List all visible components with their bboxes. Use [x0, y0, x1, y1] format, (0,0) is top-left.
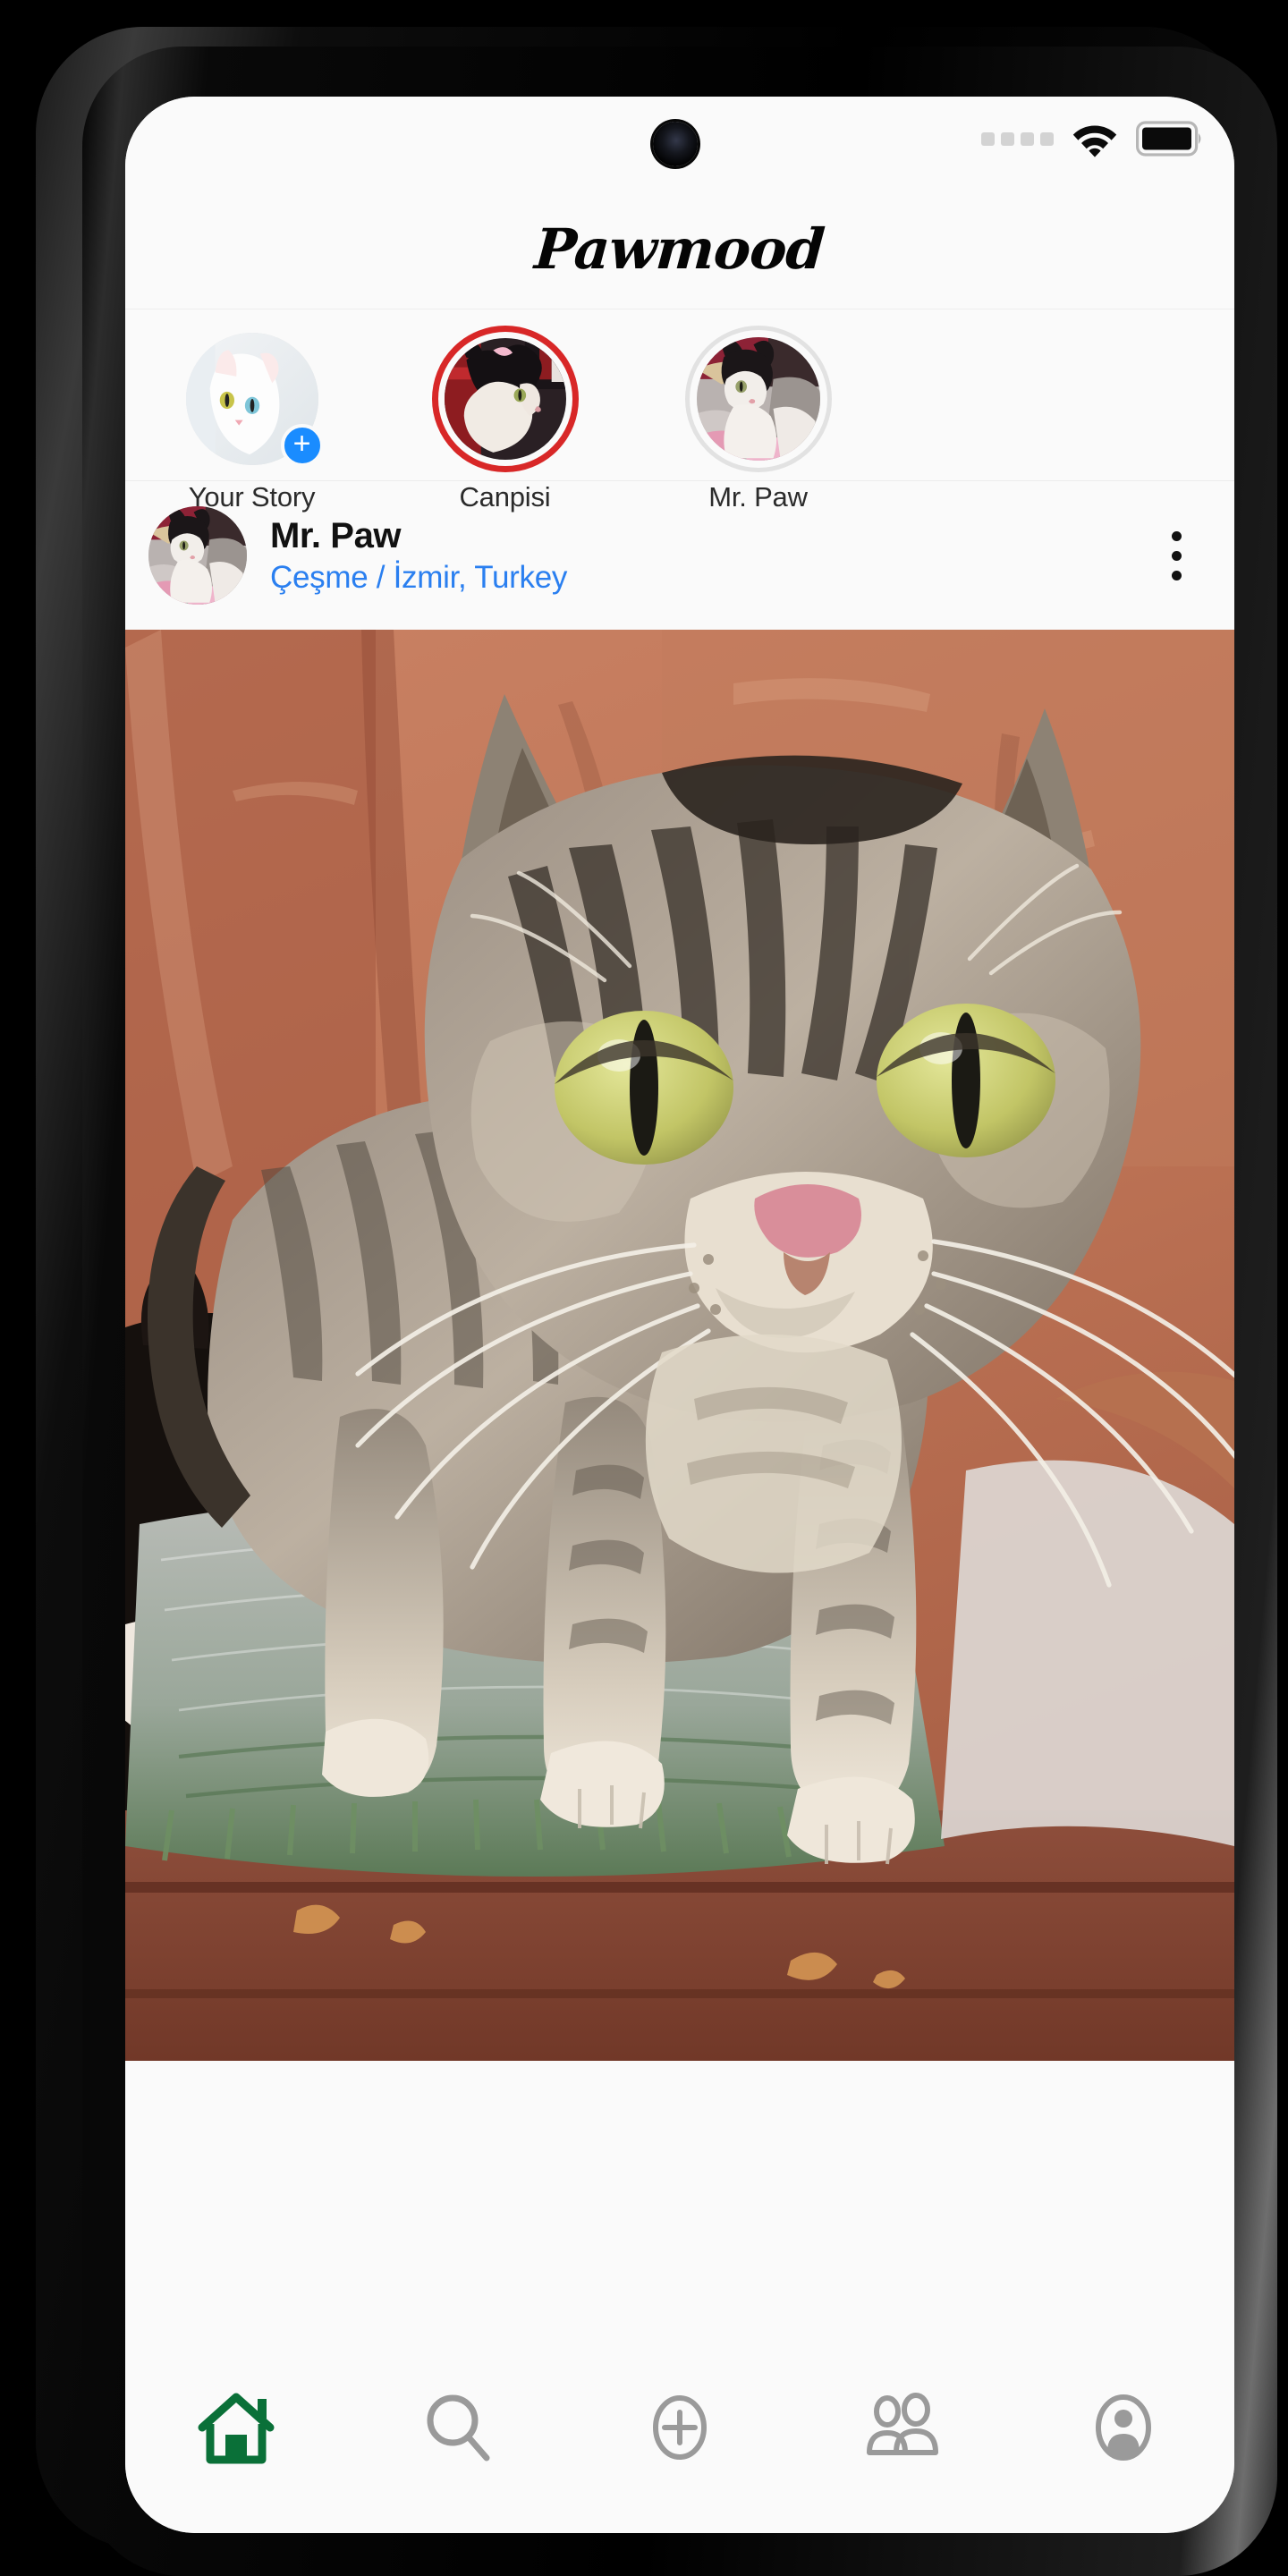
phone-device-frame: Pawmood + Your Story Canpisi Mr. Paw Mr.…: [36, 27, 1277, 2576]
phone-screen: Pawmood + Your Story Canpisi Mr. Paw Mr.…: [125, 97, 1234, 2533]
profile-icon: [1096, 2394, 1151, 2461]
nav-item-friends[interactable]: [791, 2383, 1013, 2472]
plus-circle-icon: [653, 2395, 707, 2460]
add-story-button[interactable]: +: [280, 424, 324, 467]
nav-item-create[interactable]: [569, 2383, 791, 2472]
post-author-username[interactable]: Mr. Paw: [270, 516, 1122, 556]
story-ring-your-story: +: [179, 326, 326, 472]
nav-item-profile[interactable]: [1013, 2383, 1234, 2472]
story-ring-mr-paw-seen: [684, 326, 832, 472]
post-location-link[interactable]: Çeşme / İzmir, Turkey: [270, 560, 1122, 596]
signal-dots-icon: [981, 131, 1054, 146]
post-photo[interactable]: [125, 630, 1234, 2061]
home-icon: [198, 2393, 275, 2464]
bottom-navigation-bar[interactable]: [125, 2360, 1234, 2533]
post-author-meta: Mr. Paw Çeşme / İzmir, Turkey: [270, 516, 1122, 596]
story-item-mr-paw[interactable]: Mr. Paw: [631, 326, 885, 513]
more-vertical-icon[interactable]: [1145, 506, 1208, 605]
story-label-mr-paw: Mr. Paw: [708, 481, 808, 513]
battery-full-icon: [1136, 121, 1201, 157]
people-icon: [867, 2393, 938, 2455]
search-icon: [427, 2394, 490, 2462]
post-author-avatar[interactable]: [148, 506, 247, 605]
wifi-icon: [1072, 125, 1117, 157]
nav-item-home[interactable]: [125, 2383, 347, 2472]
plus-icon: +: [292, 427, 311, 461]
app-title: Pawmood: [532, 216, 827, 282]
tuxedo-cat-avatar: [444, 338, 566, 460]
blackwhite-cat-avatar: [696, 337, 820, 461]
story-label-canpisi: Canpisi: [459, 481, 551, 513]
status-bar: [125, 97, 1234, 190]
status-bar-icons: [981, 120, 1204, 157]
app-header: Pawmood: [125, 190, 1234, 309]
front-camera-icon: [653, 122, 698, 166]
story-item-your-story[interactable]: + Your Story: [125, 326, 378, 513]
story-ring-canpisi-unseen: [431, 326, 579, 472]
story-item-canpisi[interactable]: Canpisi: [378, 326, 631, 513]
nav-item-search[interactable]: [347, 2383, 569, 2472]
stories-strip[interactable]: + Your Story Canpisi Mr. Paw: [125, 309, 1234, 513]
